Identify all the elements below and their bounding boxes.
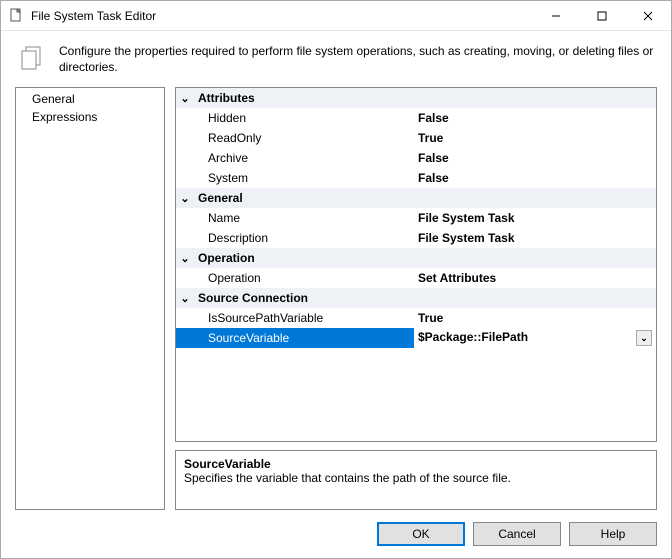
property-key: System bbox=[194, 168, 414, 188]
sidebar-item-label: General bbox=[32, 92, 75, 106]
property-value[interactable]: True bbox=[414, 128, 656, 148]
sidebar-item-label: Expressions bbox=[32, 110, 97, 124]
property-key: Name bbox=[194, 208, 414, 228]
chevron-down-icon[interactable]: ⌄ bbox=[176, 288, 194, 308]
ok-button[interactable]: OK bbox=[377, 522, 465, 546]
right-column: ⌄ Attributes HiddenFalse ReadOnlyTrue Ar… bbox=[175, 87, 657, 510]
property-key: Description bbox=[194, 228, 414, 248]
category-label: General bbox=[194, 188, 656, 208]
category-operation[interactable]: ⌄ Operation bbox=[176, 248, 656, 268]
property-key: SourceVariable bbox=[194, 328, 414, 348]
property-value[interactable]: Set Attributes bbox=[414, 268, 656, 288]
property-key: Hidden bbox=[194, 108, 414, 128]
property-value-text: $Package::FilePath bbox=[418, 330, 528, 344]
button-label: Cancel bbox=[498, 527, 535, 541]
sidebar-item-general[interactable]: General bbox=[16, 88, 164, 108]
chevron-down-icon[interactable]: ⌄ bbox=[176, 188, 194, 208]
app-icon bbox=[9, 8, 25, 24]
help-title: SourceVariable bbox=[184, 457, 648, 471]
category-attributes[interactable]: ⌄ Attributes bbox=[176, 88, 656, 108]
dialog-window: File System Task Editor Configure the pr… bbox=[0, 0, 672, 559]
close-button[interactable] bbox=[625, 1, 671, 31]
sidebar: General Expressions bbox=[15, 87, 165, 510]
category-label: Attributes bbox=[194, 88, 656, 108]
help-text: Specifies the variable that contains the… bbox=[184, 471, 648, 485]
category-label: Operation bbox=[194, 248, 656, 268]
category-label: Source Connection bbox=[194, 288, 656, 308]
property-row-system[interactable]: SystemFalse bbox=[176, 168, 656, 188]
property-row-operation[interactable]: OperationSet Attributes bbox=[176, 268, 656, 288]
property-key: ReadOnly bbox=[194, 128, 414, 148]
dropdown-button[interactable]: ⌄ bbox=[636, 330, 652, 346]
property-value[interactable]: False bbox=[414, 168, 656, 188]
button-label: OK bbox=[412, 527, 429, 541]
property-row-name[interactable]: NameFile System Task bbox=[176, 208, 656, 228]
description-text: Configure the properties required to per… bbox=[59, 43, 655, 75]
property-value[interactable]: File System Task bbox=[414, 208, 656, 228]
property-row-issourcepathvariable[interactable]: IsSourcePathVariableTrue bbox=[176, 308, 656, 328]
property-value[interactable]: False bbox=[414, 108, 656, 128]
property-row-hidden[interactable]: HiddenFalse bbox=[176, 108, 656, 128]
category-source-connection[interactable]: ⌄ Source Connection bbox=[176, 288, 656, 308]
property-value[interactable]: True bbox=[414, 308, 656, 328]
property-value[interactable]: $Package::FilePath ⌄ bbox=[414, 328, 656, 348]
cancel-button[interactable]: Cancel bbox=[473, 522, 561, 546]
property-row-description[interactable]: DescriptionFile System Task bbox=[176, 228, 656, 248]
description-panel: SourceVariable Specifies the variable th… bbox=[175, 450, 657, 510]
chevron-down-icon[interactable]: ⌄ bbox=[176, 248, 194, 268]
property-key: IsSourcePathVariable bbox=[194, 308, 414, 328]
maximize-button[interactable] bbox=[579, 1, 625, 31]
minimize-button[interactable] bbox=[533, 1, 579, 31]
category-general[interactable]: ⌄ General bbox=[176, 188, 656, 208]
property-key: Archive bbox=[194, 148, 414, 168]
sidebar-item-expressions[interactable]: Expressions bbox=[16, 108, 164, 126]
property-value[interactable]: File System Task bbox=[414, 228, 656, 248]
property-row-sourcevariable[interactable]: SourceVariable $Package::FilePath ⌄ bbox=[176, 328, 656, 348]
titlebar: File System Task Editor bbox=[1, 1, 671, 31]
property-row-archive[interactable]: ArchiveFalse bbox=[176, 148, 656, 168]
window-title: File System Task Editor bbox=[31, 9, 156, 23]
body: General Expressions ⌄ Attributes HiddenF… bbox=[1, 83, 671, 510]
property-row-readonly[interactable]: ReadOnlyTrue bbox=[176, 128, 656, 148]
property-key: Operation bbox=[194, 268, 414, 288]
button-label: Help bbox=[601, 527, 626, 541]
property-value[interactable]: False bbox=[414, 148, 656, 168]
footer: OK Cancel Help bbox=[1, 510, 671, 558]
help-button[interactable]: Help bbox=[569, 522, 657, 546]
description-row: Configure the properties required to per… bbox=[1, 31, 671, 83]
pages-icon bbox=[17, 43, 49, 75]
chevron-down-icon[interactable]: ⌄ bbox=[176, 88, 194, 108]
property-grid[interactable]: ⌄ Attributes HiddenFalse ReadOnlyTrue Ar… bbox=[175, 87, 657, 442]
